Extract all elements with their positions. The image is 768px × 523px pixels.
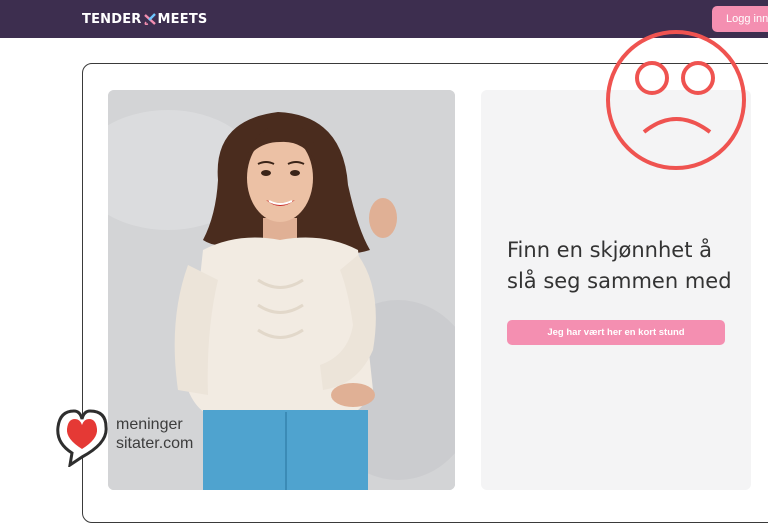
watermark-line-2: sitater.com [116,435,194,452]
logo-text-meets: MEETS [157,11,208,27]
watermark-text: meninger sitater.com [116,415,193,453]
heart-speech-bubble-icon [56,409,108,467]
site-logo[interactable]: TENDER MEETS [82,11,207,27]
watermark: meninger sitater.com [54,407,204,467]
hero-headline: Finn en skjønnhet å slå seg sammen med [507,238,732,293]
returning-user-button[interactable]: Jeg har vært her en kort stund [507,320,725,345]
logo-heart-icon [143,13,156,26]
watermark-line-1: meninger [116,416,183,433]
logo-text-tender: TENDER [82,11,142,27]
sad-face-icon [606,30,746,170]
